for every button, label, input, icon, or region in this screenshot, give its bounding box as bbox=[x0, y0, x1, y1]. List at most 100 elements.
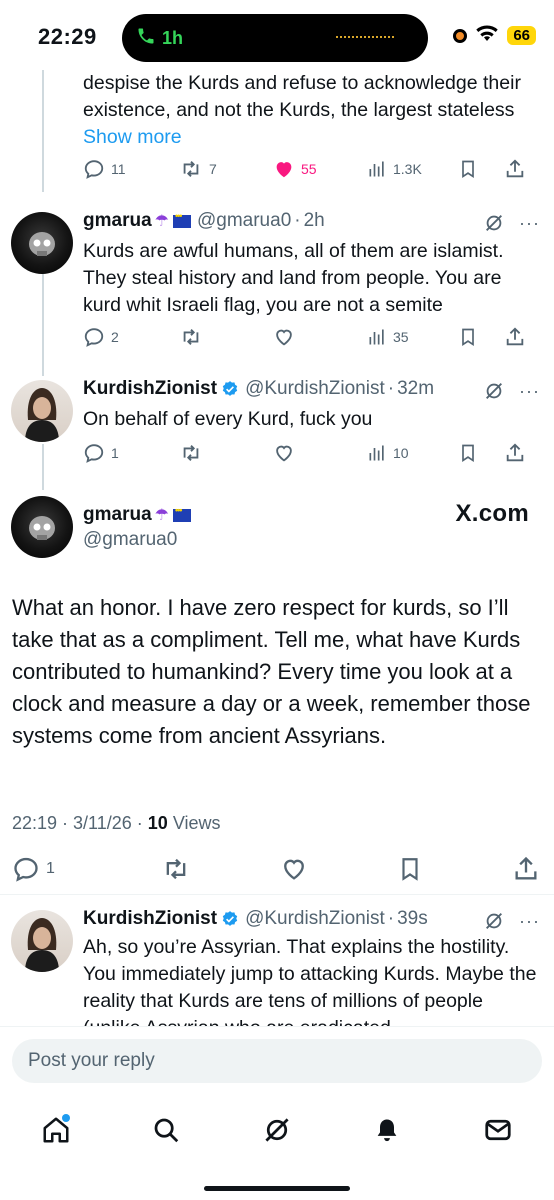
nav-notifications[interactable] bbox=[367, 1110, 407, 1150]
repost-icon bbox=[166, 858, 186, 880]
heart-icon bbox=[284, 859, 304, 880]
repost-button[interactable] bbox=[179, 442, 273, 464]
views-button[interactable]: 1.3K bbox=[367, 159, 459, 179]
thread-post[interactable]: KurdishZionist @KurdishZionist · 32m ···… bbox=[0, 374, 554, 474]
reply-count: 1 bbox=[46, 860, 55, 877]
notifications-icon bbox=[377, 1119, 397, 1142]
nav-grok[interactable] bbox=[257, 1110, 297, 1150]
call-duration: 1h bbox=[162, 28, 184, 48]
display-name[interactable]: KurdishZionist bbox=[83, 908, 217, 930]
eu-flag-icon bbox=[172, 211, 191, 228]
like-button[interactable] bbox=[273, 326, 367, 348]
verified-badge-icon bbox=[222, 911, 238, 926]
views-icon bbox=[369, 445, 384, 461]
repost-button[interactable] bbox=[161, 855, 191, 883]
share-icon[interactable] bbox=[504, 442, 526, 464]
post-metadata: 22:19 · 3/11/26 · 10 Views bbox=[12, 813, 221, 834]
reply-icon bbox=[84, 328, 104, 347]
nav-messages[interactable] bbox=[478, 1110, 518, 1150]
nav-home[interactable] bbox=[36, 1110, 76, 1150]
like-button[interactable] bbox=[280, 855, 308, 883]
views-icon bbox=[369, 329, 384, 345]
more-options-icon[interactable]: ··· bbox=[519, 381, 540, 402]
reply-button[interactable]: 2 bbox=[83, 326, 179, 348]
post-text: What an honor. I have zero respect for k… bbox=[12, 595, 531, 748]
thread-post[interactable]: gmarua ☂ @gmarua0 · 2h ··· Kurds are awf… bbox=[0, 206, 554, 366]
nav-search[interactable] bbox=[146, 1110, 186, 1150]
thread-post[interactable]: despise the Kurds and refuse to acknowle… bbox=[0, 70, 554, 190]
bookmark-button[interactable] bbox=[397, 855, 423, 883]
reply-button[interactable]: 1 bbox=[83, 442, 179, 464]
reply-count: 1 bbox=[111, 445, 119, 461]
post-text: Kurds are awful humans, all of them are … bbox=[83, 240, 504, 316]
grok-icon[interactable] bbox=[483, 212, 505, 234]
post-header: KurdishZionist @KurdishZionist · 39s bbox=[83, 908, 428, 930]
wifi-icon bbox=[475, 24, 499, 47]
post-actions: 2 35 bbox=[83, 324, 540, 350]
audio-waveform-icon bbox=[336, 36, 394, 39]
bookmark-icon[interactable] bbox=[458, 158, 478, 180]
avatar[interactable] bbox=[11, 910, 73, 972]
reply-post[interactable]: KurdishZionist @KurdishZionist · 39s ···… bbox=[0, 900, 554, 1026]
bookmark-icon[interactable] bbox=[458, 442, 478, 464]
share-icon[interactable] bbox=[504, 326, 526, 348]
search-icon bbox=[154, 1118, 179, 1143]
share-button[interactable] bbox=[512, 855, 540, 883]
username[interactable]: @gmarua0 bbox=[83, 529, 177, 551]
more-options-icon[interactable]: ··· bbox=[519, 911, 540, 932]
separator: · bbox=[387, 378, 395, 399]
reply-count: 2 bbox=[111, 329, 119, 345]
call-indicator: 1h bbox=[136, 26, 183, 51]
views-label: Views bbox=[172, 813, 221, 833]
post-actions: 1 10 bbox=[83, 440, 540, 466]
post-time: 32m bbox=[397, 378, 435, 399]
views-button[interactable]: 10 bbox=[367, 443, 459, 463]
username[interactable]: @KurdishZionist bbox=[245, 908, 385, 930]
bookmark-icon[interactable] bbox=[458, 326, 478, 348]
profile-photo-icon bbox=[25, 388, 59, 442]
separator: · bbox=[294, 210, 301, 231]
grok-icon[interactable] bbox=[483, 380, 505, 402]
display-name[interactable]: gmarua bbox=[83, 210, 152, 232]
repost-button[interactable] bbox=[179, 326, 273, 348]
heart-icon bbox=[276, 445, 292, 462]
views-button[interactable]: 35 bbox=[367, 327, 459, 347]
display-name[interactable]: KurdishZionist bbox=[83, 378, 217, 400]
view-count: 10 bbox=[393, 445, 409, 461]
like-button[interactable]: 55 bbox=[273, 158, 367, 180]
dynamic-island[interactable]: 1h bbox=[122, 14, 428, 62]
recording-indicator-icon bbox=[453, 28, 468, 43]
profile-photo-icon bbox=[25, 918, 59, 972]
skull-avatar-icon bbox=[29, 516, 55, 540]
more-options-icon[interactable]: ··· bbox=[519, 213, 540, 234]
home-indicator[interactable] bbox=[204, 1186, 350, 1191]
post-header: gmarua ☂ @gmarua0 · 2h bbox=[83, 210, 325, 232]
post-time: 39s bbox=[397, 908, 428, 929]
display-name[interactable]: gmarua ☂ bbox=[83, 504, 191, 526]
phone-icon bbox=[136, 26, 156, 51]
username[interactable]: @gmarua0 bbox=[197, 210, 291, 232]
reply-input[interactable] bbox=[12, 1039, 542, 1083]
reply-button[interactable]: 1 bbox=[12, 855, 72, 883]
separator: · bbox=[387, 908, 395, 929]
show-more-link[interactable]: Show more bbox=[83, 126, 182, 148]
post-actions: 1 bbox=[12, 854, 540, 884]
repost-icon bbox=[183, 161, 199, 177]
heart-icon bbox=[276, 329, 292, 346]
post-text: Ah, so you’re Assyrian. That explains th… bbox=[83, 936, 537, 1026]
heart-filled-icon bbox=[276, 162, 292, 178]
reply-icon bbox=[84, 444, 104, 463]
share-icon[interactable] bbox=[504, 158, 526, 180]
reply-button[interactable]: 11 bbox=[83, 158, 179, 180]
username[interactable]: @KurdishZionist bbox=[245, 378, 385, 400]
grok-icon[interactable] bbox=[483, 910, 505, 932]
avatar[interactable] bbox=[11, 212, 73, 274]
like-button[interactable] bbox=[273, 442, 367, 464]
umbrella-emoji-icon: ☂ bbox=[154, 213, 169, 230]
avatar[interactable] bbox=[11, 380, 73, 442]
repost-button[interactable]: 7 bbox=[179, 158, 273, 180]
view-count: 35 bbox=[393, 329, 409, 345]
reply-icon bbox=[84, 160, 104, 179]
avatar[interactable] bbox=[11, 496, 73, 558]
reply-icon bbox=[14, 857, 38, 882]
